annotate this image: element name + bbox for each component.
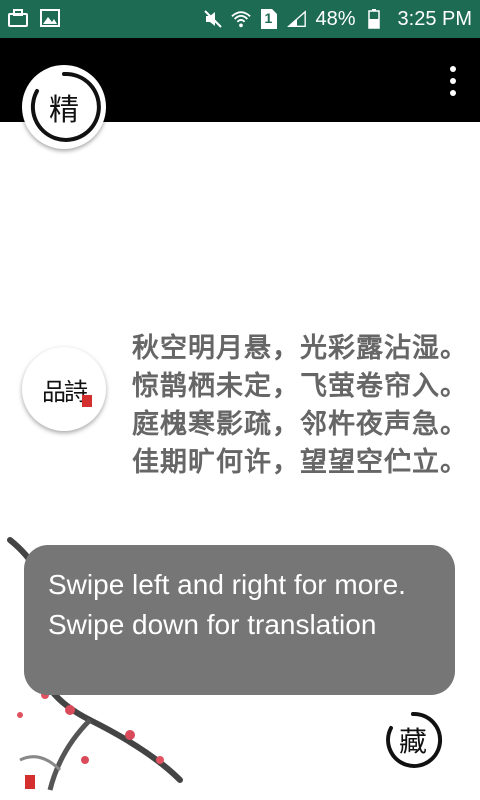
collect-char: 藏 [398,725,427,758]
poem-text: 秋空明月悬，光彩露沾湿。 惊鹊栖未定，飞萤卷帘入。 庭槐寒影疏，邻杵夜声急。 佳… [132,333,468,478]
wifi-icon [231,9,252,29]
battery-icon [364,9,384,29]
signal-icon [287,9,307,29]
clock: 3:25 PM [397,8,472,30]
sim-icon: 1 [259,9,279,29]
badge-text: 品詩 [42,377,88,406]
collect-button[interactable]: 藏 [381,708,445,772]
hint-toast: Swipe left and right for more. Swipe dow… [24,545,455,695]
app-logo[interactable]: 精 [22,65,106,149]
mute-icon [203,9,223,29]
status-bar: 1 48% 3:25 PM [0,0,480,38]
image-icon [40,8,60,28]
logo-char: 精 [49,93,79,128]
overflow-dot-icon [450,90,456,96]
overflow-dot-icon [450,78,456,84]
briefcase-icon [8,8,28,28]
poem-badge[interactable]: 品詩 [22,347,106,431]
battery-percent: 48% [315,8,356,30]
red-seal-icon [82,395,92,407]
overflow-menu-button[interactable] [446,66,460,96]
overflow-dot-icon [450,66,456,72]
